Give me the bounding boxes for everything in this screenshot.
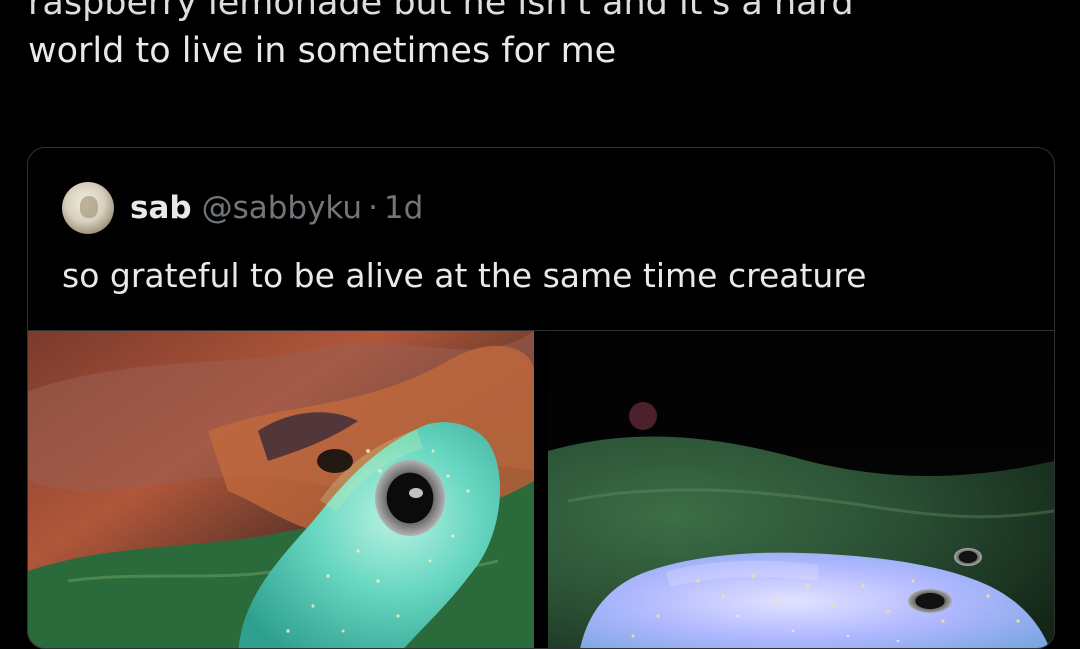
quote-separator: · xyxy=(368,190,378,226)
quote-author-handle[interactable]: @sabbyku xyxy=(202,190,363,226)
quote-timestamp[interactable]: 1d xyxy=(384,190,423,226)
frog-photo-2[interactable] xyxy=(548,331,1054,648)
media-grid xyxy=(28,330,1054,648)
post-text-line-1: raspberry lemonade but he isn't and it's… xyxy=(28,0,854,23)
frog-photo-2-image xyxy=(548,331,1054,648)
frog-photo-1-image xyxy=(28,331,534,648)
quote-author-name[interactable]: sab xyxy=(130,190,192,226)
quote-header: sab @sabbyku · 1d xyxy=(62,182,423,234)
avatar[interactable] xyxy=(62,182,114,234)
frog-photo-1[interactable] xyxy=(28,331,534,648)
quote-tweet-card[interactable]: sab @sabbyku · 1d so grateful to be aliv… xyxy=(27,147,1055,649)
quote-text: so grateful to be alive at the same time… xyxy=(62,256,867,295)
post-text-line-2: world to live in sometimes for me xyxy=(28,31,617,71)
